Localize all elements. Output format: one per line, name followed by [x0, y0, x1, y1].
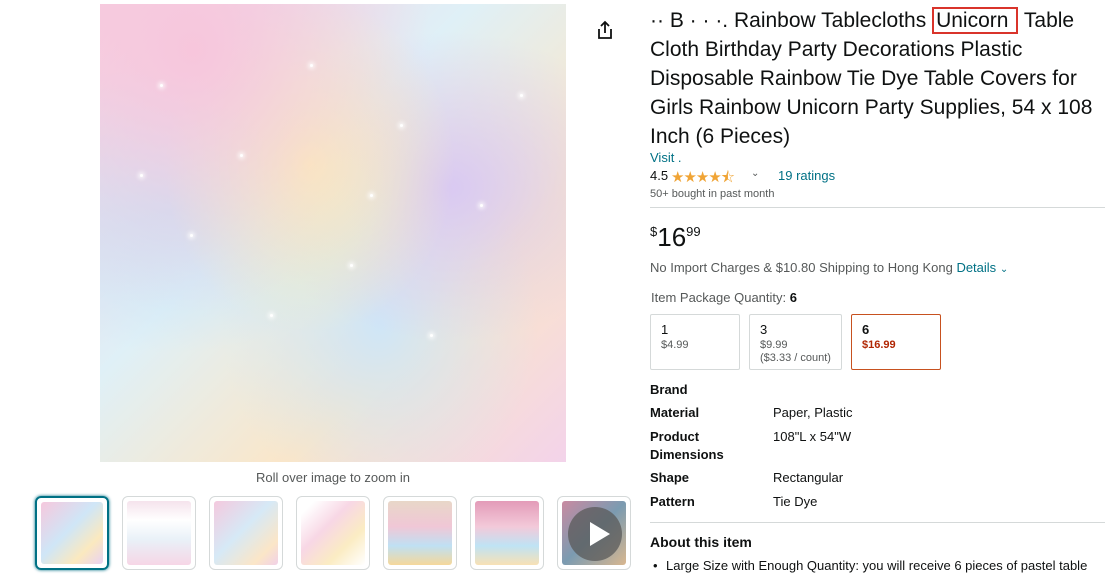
spec-value: Paper, Plastic: [773, 405, 853, 420]
visit-store-link[interactable]: Visit .: [650, 150, 682, 165]
divider: [650, 522, 1105, 523]
thumbnail[interactable]: [383, 496, 457, 570]
price-symbol: $: [650, 224, 658, 239]
quantity-label: Item Package Quantity: 6: [651, 290, 797, 305]
spec-key: Brand: [650, 382, 688, 397]
spec-row-material: Material Paper, Plastic: [650, 404, 1100, 428]
title-highlight: Unicorn: [932, 7, 1019, 34]
chevron-down-icon[interactable]: ⌄: [751, 168, 759, 179]
price: $1699: [650, 222, 701, 253]
spec-value: Tie Dye: [773, 494, 818, 509]
about-title: About this item: [650, 534, 752, 550]
thumbnail[interactable]: [209, 496, 283, 570]
quantity-selected: 6: [789, 290, 797, 305]
zoom-hint: Roll over image to zoom in: [256, 470, 410, 485]
main-product-image[interactable]: [100, 4, 566, 462]
thumbnail[interactable]: [35, 496, 109, 570]
details-link[interactable]: Details ⌄: [956, 260, 1008, 275]
bought-count: 50+ bought in past month: [650, 188, 775, 200]
spec-key: Pattern: [650, 494, 695, 509]
spec-row-dimensions: Product Dimensions 108"L x 54"W: [650, 428, 1100, 469]
quantity-option-number: 6: [862, 322, 870, 337]
ratings-link[interactable]: 19 ratings: [778, 168, 835, 183]
thumbnail[interactable]: [296, 496, 370, 570]
spec-key: Product Dimensions: [650, 429, 724, 462]
spec-row-pattern: Pattern Tie Dye: [650, 493, 1100, 517]
shipping-info: No Import Charges & $10.80 Shipping to H…: [650, 260, 1008, 275]
spec-key: Shape: [650, 470, 690, 485]
quantity-option-price: $9.99: [760, 339, 788, 351]
thumbnail-strip: [35, 496, 635, 572]
thumbnail[interactable]: [122, 496, 196, 570]
rating-value: 4.5: [650, 168, 669, 183]
spec-row-brand: Brand: [650, 381, 1100, 404]
video-thumbnail[interactable]: [557, 496, 631, 570]
about-bullet: Large Size with Enough Quantity: you wil…: [653, 558, 1087, 573]
quantity-option-number: 3: [760, 322, 768, 337]
quantity-option-3[interactable]: 3 $9.99 ($3.33 / count): [749, 314, 842, 370]
product-title: ·· B · · ·. Rainbow Tablecloths Unicorn …: [650, 6, 1105, 151]
quantity-option-unit-price: ($3.33 / count): [760, 352, 831, 364]
quantity-option-1[interactable]: 1 $4.99: [650, 314, 740, 370]
title-main: ·· B · · ·. Rainbow Tablecloths: [650, 9, 927, 32]
quantity-option-price: $4.99: [661, 339, 689, 351]
share-icon[interactable]: [596, 20, 614, 40]
spec-value: 108"L x 54"W: [773, 429, 852, 444]
spec-table: Brand Material Paper, Plastic Product Di…: [650, 381, 1100, 517]
quantity-option-number: 1: [661, 322, 669, 337]
play-icon: [568, 507, 622, 561]
quantity-option-6[interactable]: 6 $16.99: [851, 314, 941, 370]
shipping-text: No Import Charges & $10.80 Shipping to H…: [650, 260, 953, 275]
spec-key: Material: [650, 405, 700, 420]
divider: [650, 207, 1105, 208]
chevron-down-icon: ⌄: [999, 264, 1009, 275]
quantity-option-price: $16.99: [862, 339, 896, 351]
price-whole: 16: [657, 222, 687, 252]
spec-value: Rectangular: [773, 470, 844, 485]
price-fraction: 99: [686, 224, 701, 239]
thumbnail[interactable]: [470, 496, 544, 570]
spec-row-shape: Shape Rectangular: [650, 469, 1100, 493]
